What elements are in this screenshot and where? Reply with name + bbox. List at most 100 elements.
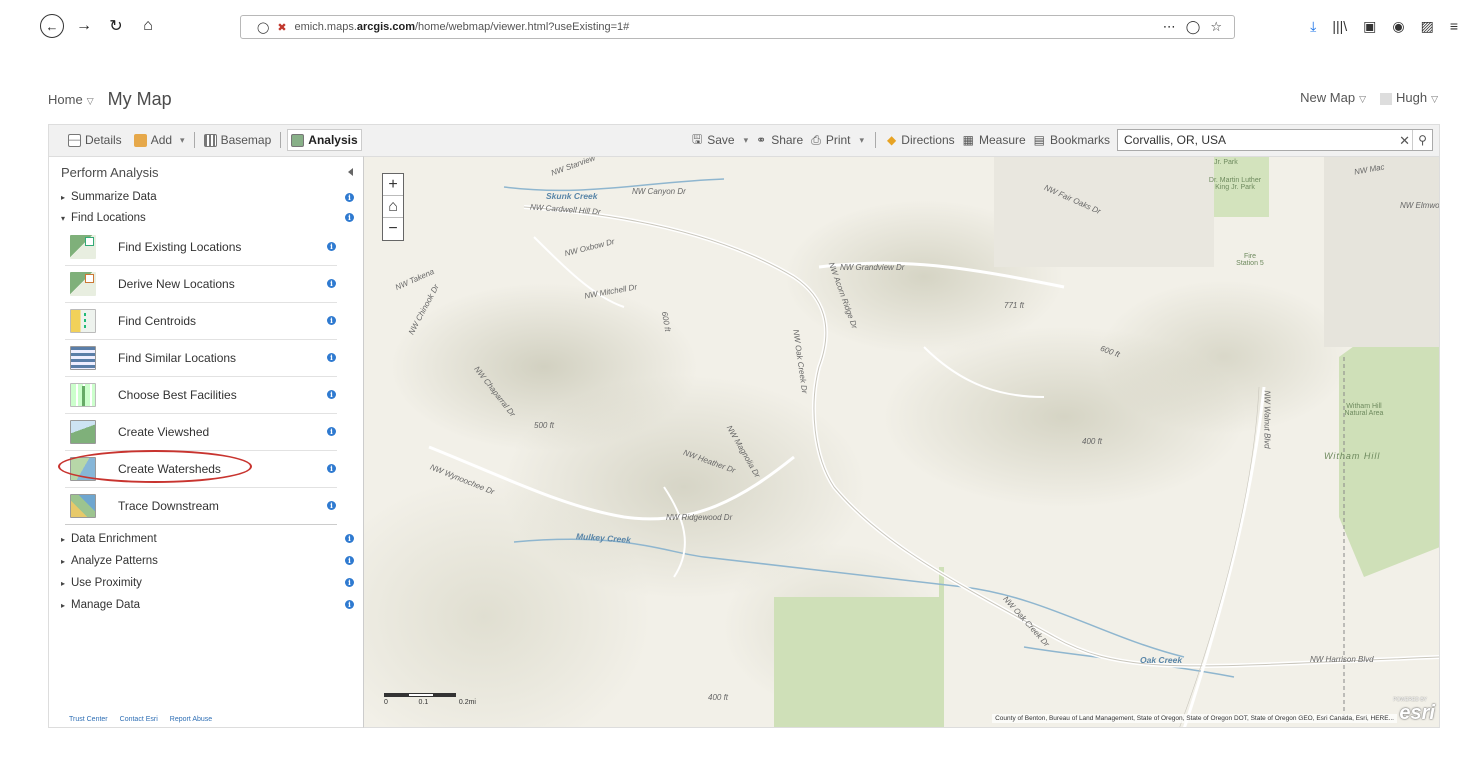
report-abuse-link[interactable]: Report Abuse — [170, 716, 212, 723]
elevation-label: 400 ft — [1082, 437, 1103, 446]
info-icon[interactable]: i — [327, 390, 336, 399]
info-icon[interactable]: i — [345, 534, 354, 543]
info-icon[interactable]: i — [345, 600, 354, 609]
tool-trace-downstream[interactable]: Trace Downstream i — [65, 488, 337, 525]
map-title: My Map — [107, 88, 172, 109]
tool-find-similar-locations[interactable]: Find Similar Locations i — [65, 340, 337, 377]
url-bar[interactable]: ◯ ✖ emich.maps. arcgis.com/home/webmap/vi… — [240, 15, 1235, 39]
tool-choose-best-facilities[interactable]: Choose Best Facilities i — [65, 377, 337, 414]
account-icon[interactable]: ◉ — [1392, 18, 1404, 35]
downloads-icon[interactable]: ⤓ — [1310, 18, 1316, 35]
bookmarks-icon: ▤ — [1033, 133, 1046, 147]
directions-button[interactable]: ◆ Directions — [884, 130, 958, 150]
map-toolbar: Details Add ▾ Basemap Analysis 🖫 Save ▾ ⚭ Sh… — [48, 124, 1440, 156]
road-label: NW Walnut Blvd — [1262, 390, 1272, 449]
tool-create-viewshed[interactable]: Create Viewshed i — [65, 414, 337, 451]
category-find-locations[interactable]: ▾ Find Locations — [61, 212, 146, 224]
share-button[interactable]: ⚭ Share — [753, 130, 806, 150]
arrow-left-icon: ← — [45, 18, 59, 34]
info-icon[interactable]: i — [327, 316, 336, 325]
search-input[interactable] — [1124, 133, 1384, 147]
page-actions-button[interactable]: ⋯ — [1163, 19, 1176, 35]
user-menu[interactable]: Hugh ▽ — [1380, 90, 1438, 105]
map-attribution: County of Benton, Bureau of Land Managem… — [992, 714, 1397, 723]
bookmark-star-icon[interactable]: ☆ — [1210, 19, 1222, 35]
elevation-label: 500 ft — [534, 421, 555, 430]
tool-label: Derive New Locations — [118, 277, 235, 291]
tool-find-existing-locations[interactable]: Find Existing Locations i — [65, 229, 337, 266]
menu-icon[interactable]: ≡ — [1450, 18, 1458, 35]
print-button[interactable]: ⎙ Print ▾ — [808, 130, 867, 151]
info-icon[interactable]: i — [327, 501, 336, 510]
tool-find-centroids[interactable]: Find Centroids i — [65, 303, 337, 340]
bookmarks-button[interactable]: ▤ Bookmarks — [1031, 130, 1113, 150]
contact-esri-link[interactable]: Contact Esri — [120, 716, 158, 723]
chevron-right-icon: ▸ — [61, 534, 66, 544]
info-icon[interactable]: i — [327, 464, 336, 473]
back-button[interactable]: ← — [40, 14, 64, 38]
analysis-panel: Perform Analysis ▸ Summarize Data i ▾ Find… — [48, 156, 364, 728]
hill-label: Witham Hill — [1324, 451, 1381, 461]
water-label: Skunk Creek — [546, 191, 598, 201]
divider — [193, 132, 195, 148]
analysis-button[interactable]: Analysis — [287, 129, 362, 151]
create-viewshed-icon — [70, 420, 96, 444]
measure-label: Measure — [978, 133, 1026, 147]
urban-area — [994, 157, 1214, 267]
park-area — [774, 567, 944, 727]
info-icon[interactable]: i — [327, 279, 336, 288]
esri-logo[interactable]: esri — [1399, 702, 1435, 725]
share-link-icon: ⚭ — [756, 133, 767, 147]
measure-button[interactable]: ▦ Measure — [960, 130, 1029, 150]
trust-center-link[interactable]: Trust Center — [69, 716, 108, 723]
sidebar-icon[interactable]: ▣ — [1363, 18, 1376, 35]
reload-button[interactable]: ↻ — [104, 14, 128, 38]
home-menu[interactable]: Home ▽ — [48, 92, 94, 107]
category-label: Use Proximity — [71, 577, 142, 589]
home-button[interactable]: ⌂ — [136, 14, 160, 38]
close-icon[interactable]: ✕ — [1399, 133, 1410, 149]
road — [1183, 386, 1266, 727]
zoom-in-button[interactable]: + — [383, 174, 403, 196]
category-use-proximity[interactable]: ▸ Use Proximity — [61, 577, 142, 589]
zoom-out-button[interactable]: − — [383, 218, 403, 240]
basemap-button[interactable]: Basemap — [201, 130, 275, 150]
info-icon[interactable]: i — [327, 353, 336, 362]
measure-icon: ▦ — [962, 133, 974, 147]
info-icon[interactable]: i — [345, 193, 354, 202]
park-label: Dr. Martin Luther King Jr. Park — [1208, 177, 1262, 191]
category-manage-data[interactable]: ▸ Manage Data — [61, 599, 140, 611]
info-icon[interactable]: i — [345, 578, 354, 587]
find-similar-locations-icon — [70, 346, 96, 370]
bookmarks-label: Bookmarks — [1050, 133, 1111, 147]
pocket-icon[interactable]: ◯ — [1186, 19, 1201, 35]
info-icon[interactable]: i — [327, 427, 336, 436]
search-button[interactable]: ⚲ — [1412, 130, 1432, 150]
map-view[interactable]: + ⌂ − NW Starview Skunk Creek NW Canyon … — [364, 156, 1440, 728]
info-icon[interactable]: i — [345, 213, 354, 222]
share-label: Share — [771, 133, 804, 147]
chevron-down-icon: ▽ — [1359, 94, 1366, 104]
forward-button[interactable]: → — [72, 14, 96, 38]
info-icon[interactable]: i — [327, 242, 336, 251]
new-map-menu[interactable]: New Map ▽ — [1300, 90, 1366, 105]
details-button[interactable]: Details — [65, 130, 125, 150]
extensions-icon[interactable]: ▨ — [1421, 18, 1434, 35]
home-extent-button[interactable]: ⌂ — [383, 196, 403, 218]
home-icon: ⌂ — [143, 17, 153, 34]
tool-derive-new-locations[interactable]: Derive New Locations i — [65, 266, 337, 303]
collapse-panel-icon[interactable] — [348, 168, 353, 176]
library-icon[interactable]: |||\ — [1332, 18, 1347, 35]
category-summarize-data[interactable]: ▸ Summarize Data — [61, 191, 157, 203]
category-analyze-patterns[interactable]: ▸ Analyze Patterns — [61, 555, 158, 567]
category-label: Analyze Patterns — [71, 555, 158, 567]
elevation-label: 771 ft — [1004, 301, 1025, 310]
save-button[interactable]: 🖫 Save ▾ — [689, 127, 751, 154]
add-button[interactable]: Add ▾ — [131, 130, 188, 150]
road-label: NW Ridgewood Dr — [666, 513, 733, 522]
park-label: Jr. Park — [1214, 159, 1238, 166]
info-icon[interactable]: i — [345, 556, 354, 565]
chevron-right-icon: ▸ — [61, 192, 66, 202]
tool-label: Trace Downstream — [118, 499, 219, 513]
category-data-enrichment[interactable]: ▸ Data Enrichment — [61, 533, 157, 545]
